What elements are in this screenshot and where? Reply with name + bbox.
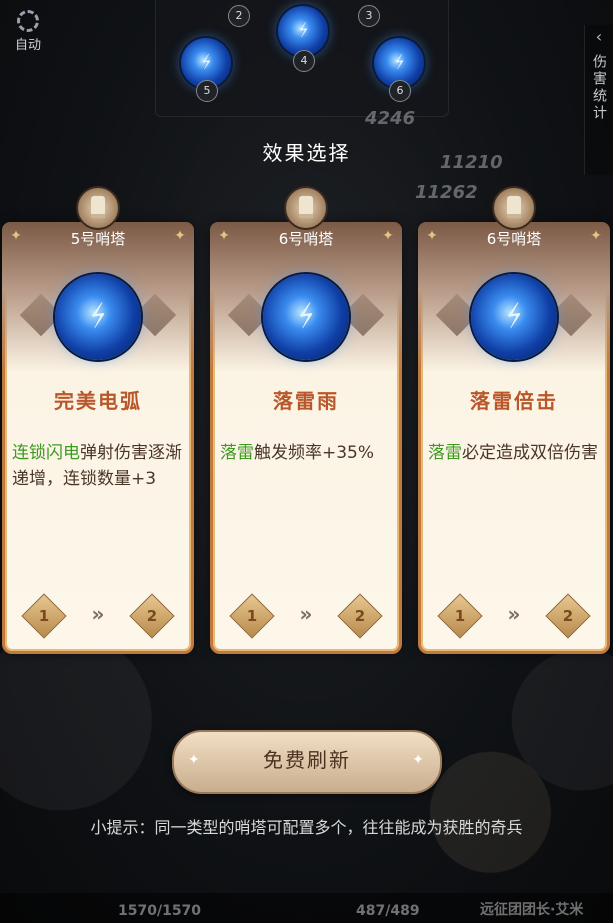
- corner-ornament-icon: ✦: [174, 228, 186, 244]
- chevron-left-icon: ‹: [595, 27, 603, 46]
- tip-text: 小提示：同一类型的哨塔可配置多个，往往能成为获胜的奇兵: [90, 818, 523, 837]
- lightning-icon: ⚡: [294, 19, 312, 43]
- skill-slot-panel: 2 3 ⚡ 4 ⚡ 5 ⚡ 6: [155, 0, 449, 117]
- level-upgrade: 1 » 2: [418, 593, 610, 639]
- slot-number: 4: [293, 50, 315, 72]
- description-keyword: 连锁闪电: [12, 443, 80, 463]
- description-keyword: 落雷: [428, 443, 462, 463]
- auto-label: 自动: [14, 38, 41, 53]
- slot-number: 6: [389, 80, 411, 102]
- gear-icon: [17, 10, 39, 32]
- tower-label: 5号哨塔: [70, 230, 126, 248]
- corner-ornament-icon: ✦: [218, 228, 230, 244]
- free-refresh-button[interactable]: ✦ 免费刷新 ✦: [172, 730, 442, 794]
- slot-number: 3: [358, 5, 380, 27]
- tower-icon: [492, 186, 536, 230]
- corner-ornament-icon: ✦: [590, 228, 602, 244]
- level-badge-from: 1: [21, 593, 67, 639]
- skill-orb: ⚡: [471, 274, 557, 360]
- double-chevron-right-icon: »: [507, 602, 521, 626]
- double-chevron-right-icon: »: [91, 602, 105, 626]
- sparkle-icon: ✦: [412, 752, 426, 768]
- lightning-icon: ⚡: [83, 297, 113, 337]
- effect-card[interactable]: 5号哨塔 ✦ ✦ ⚡ 完美电弧 连锁闪电弹射伤害逐渐递增，连锁数量+3 1 » …: [2, 186, 194, 654]
- corner-ornament-icon: ✦: [10, 228, 22, 244]
- slot-number: 2: [228, 5, 250, 27]
- skill-orb: ⚡: [263, 274, 349, 360]
- card-title: 落雷雨: [273, 389, 339, 413]
- card-description: 连锁闪电弹射伤害逐渐递增，连锁数量+3: [12, 440, 184, 492]
- level-badge-to: 2: [129, 593, 175, 639]
- corner-ornament-icon: ✦: [382, 228, 394, 244]
- lightning-icon: ⚡: [390, 51, 408, 75]
- tower-icon: [284, 186, 328, 230]
- hp-left: 1570/1570: [118, 903, 202, 919]
- corner-ornament-icon: ✦: [426, 228, 438, 244]
- description-text: 必定造成双倍伤害: [462, 443, 598, 463]
- sparkle-icon: ✦: [188, 752, 202, 768]
- commander-name: 远征团团长·艾米: [480, 902, 584, 918]
- card-title: 完美电弧: [54, 389, 142, 413]
- level-upgrade: 1 » 2: [210, 593, 402, 639]
- card-description: 落雷触发频率+35%: [220, 440, 392, 466]
- lightning-icon: ⚡: [291, 297, 321, 337]
- bottom-status-bar: 1570/1570 487/489 远征团团长·艾米: [0, 893, 613, 923]
- effect-card[interactable]: 6号哨塔 ✦ ✦ ⚡ 落雷雨 落雷触发频率+35% 1 » 2: [210, 186, 402, 654]
- card-description: 落雷必定造成双倍伤害: [428, 440, 600, 466]
- description-text: 触发频率+35%: [254, 443, 375, 463]
- damage-number: 11262: [415, 182, 478, 203]
- level-upgrade: 1 » 2: [2, 593, 194, 639]
- effect-card[interactable]: 6号哨塔 ✦ ✦ ⚡ 落雷倍击 落雷必定造成双倍伤害 1 » 2: [418, 186, 610, 654]
- skill-orb[interactable]: ⚡: [278, 6, 328, 56]
- description-keyword: 落雷: [220, 443, 254, 463]
- level-badge-to: 2: [337, 593, 383, 639]
- slot-number: 5: [196, 80, 218, 102]
- card-title: 落雷倍击: [470, 389, 558, 413]
- refresh-label: 免费刷新: [263, 748, 351, 772]
- level-badge-from: 1: [229, 593, 275, 639]
- tower-label: 6号哨塔: [278, 230, 334, 248]
- skill-orb: ⚡: [55, 274, 141, 360]
- auto-button[interactable]: 自动: [8, 10, 48, 53]
- tower-label: 6号哨塔: [486, 230, 542, 248]
- damage-stat-label: 伤害统计: [591, 54, 607, 122]
- damage-number: 4246: [365, 108, 416, 129]
- lightning-icon: ⚡: [499, 297, 529, 337]
- page-title: 效果选择: [262, 141, 351, 165]
- level-badge-from: 1: [437, 593, 483, 639]
- level-badge-to: 2: [545, 593, 591, 639]
- hp-right: 487/489: [356, 903, 420, 919]
- double-chevron-right-icon: »: [299, 602, 313, 626]
- tower-icon: [76, 186, 120, 230]
- lightning-icon: ⚡: [197, 51, 215, 75]
